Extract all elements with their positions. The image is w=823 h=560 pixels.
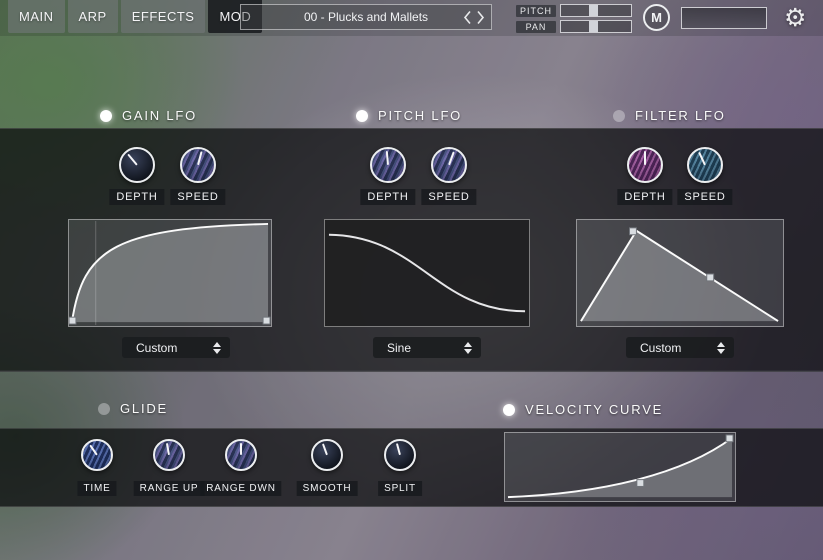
knob-pointer: [386, 151, 389, 165]
gain-lfo-speed-knob[interactable]: [180, 147, 216, 183]
knob-pointer: [396, 443, 401, 455]
pitch-label: PITCH: [516, 5, 556, 17]
gain-lfo-depth-knob[interactable]: [119, 147, 155, 183]
glide-smooth-knob[interactable]: [311, 439, 343, 471]
gain-lfo-curve-display[interactable]: [68, 219, 272, 327]
velocity-curve-header: VELOCITY CURVE: [503, 402, 663, 417]
dropdown-arrows-icon: [213, 342, 221, 354]
pitch-lfo-header: PITCH LFO: [356, 108, 462, 123]
dropdown-arrows-icon: [717, 342, 725, 354]
glide-range-up-knob[interactable]: [153, 439, 185, 471]
gain-lfo-title: GAIN LFO: [122, 108, 197, 123]
tab-bar: MAIN ARP EFFECTS MOD: [8, 0, 262, 33]
pitch-lfo-speed-label: SPEED: [421, 189, 476, 205]
gain-lfo-enable-led[interactable]: [100, 110, 112, 122]
filter-lfo-speed-label: SPEED: [677, 189, 732, 205]
pitch-lfo-shape-select[interactable]: Sine: [373, 337, 481, 358]
preset-name: 00 - Plucks and Mallets: [304, 10, 428, 24]
curve-handle[interactable]: [263, 317, 270, 324]
pitch-lfo-title: PITCH LFO: [378, 108, 462, 123]
filter-lfo-shape-value: Custom: [640, 341, 681, 355]
gain-lfo-speed-label: SPEED: [170, 189, 225, 205]
knob-pointer: [240, 443, 242, 455]
filter-lfo-title: FILTER LFO: [635, 108, 726, 123]
curve-handle[interactable]: [707, 274, 714, 281]
knob-pointer: [698, 152, 706, 166]
glide-time-label: TIME: [77, 481, 116, 496]
pitch-lfo-depth-label: DEPTH: [360, 189, 415, 205]
pitch-lfo-curve-display[interactable]: [324, 219, 530, 327]
knob-pointer: [644, 151, 646, 165]
topbar: MAIN ARP EFFECTS MOD 00 - Plucks and Mal…: [0, 0, 823, 36]
pan-label: PAN: [516, 21, 556, 33]
gain-curve-fill: [72, 224, 268, 322]
knob-pointer: [127, 154, 138, 166]
velocity-curve-fill: [508, 438, 732, 497]
knob-pointer: [166, 443, 170, 455]
glide-range-down-label: RANGE DWN: [200, 481, 281, 496]
curve-handle[interactable]: [637, 480, 644, 487]
glide-range-up-label: RANGE UP: [134, 481, 205, 496]
sine-curve: [329, 235, 525, 312]
filter-lfo-depth-knob[interactable]: [627, 147, 663, 183]
knob-pointer: [448, 152, 455, 166]
knob-pointer: [197, 151, 203, 165]
chevron-left-icon[interactable]: [463, 10, 472, 25]
filter-lfo-speed-knob[interactable]: [687, 147, 723, 183]
glide-split-label: SPLIT: [378, 481, 422, 496]
chevron-right-icon[interactable]: [476, 10, 485, 25]
glide-title: GLIDE: [120, 401, 168, 416]
velocity-curve-display[interactable]: [504, 432, 736, 502]
glide-range-down-knob[interactable]: [225, 439, 257, 471]
curve-handle[interactable]: [69, 317, 76, 324]
filter-lfo-depth-label: DEPTH: [617, 189, 672, 205]
preset-nav: [463, 5, 485, 29]
velocity-curve-enable-led[interactable]: [503, 404, 515, 416]
tab-arp[interactable]: ARP: [68, 0, 118, 33]
tab-main[interactable]: MAIN: [8, 0, 65, 33]
velocity-curve-title: VELOCITY CURVE: [525, 402, 663, 417]
pitch-slider-thumb[interactable]: [589, 5, 598, 16]
glide-header: GLIDE: [98, 401, 168, 416]
glide-smooth-label: SMOOTH: [297, 481, 358, 496]
curve-handle[interactable]: [629, 228, 636, 235]
midi-mode-button[interactable]: M: [643, 4, 670, 31]
knob-pointer: [322, 443, 328, 455]
glide-split-knob[interactable]: [384, 439, 416, 471]
filter-lfo-enable-led[interactable]: [613, 110, 625, 122]
knob-pointer: [89, 445, 98, 456]
pitch-lfo-speed-knob[interactable]: [431, 147, 467, 183]
tab-effects[interactable]: EFFECTS: [121, 0, 206, 33]
preset-selector[interactable]: 00 - Plucks and Mallets: [240, 4, 492, 30]
gain-lfo-header: GAIN LFO: [100, 108, 197, 123]
filter-lfo-shape-select[interactable]: Custom: [626, 337, 734, 358]
pitch-lfo-shape-value: Sine: [387, 341, 411, 355]
pitch-lfo-enable-led[interactable]: [356, 110, 368, 122]
pan-slider-thumb[interactable]: [589, 21, 598, 32]
lower-band: [0, 370, 823, 428]
gain-lfo-shape-select[interactable]: Custom: [122, 337, 230, 358]
filter-lfo-curve-display[interactable]: [576, 219, 784, 327]
filter-curve-fill: [581, 231, 778, 321]
dropdown-arrows-icon: [464, 342, 472, 354]
pitch-slider[interactable]: [560, 4, 632, 17]
gain-lfo-depth-label: DEPTH: [109, 189, 164, 205]
pitch-lfo-depth-knob[interactable]: [370, 147, 406, 183]
filter-lfo-header: FILTER LFO: [613, 108, 726, 123]
settings-gear-icon[interactable]: ⚙: [784, 3, 806, 33]
pan-slider[interactable]: [560, 20, 632, 33]
output-meter: [681, 7, 767, 29]
curve-handle[interactable]: [726, 435, 733, 442]
glide-time-knob[interactable]: [81, 439, 113, 471]
plugin-window: MAIN ARP EFFECTS MOD 00 - Plucks and Mal…: [0, 0, 823, 560]
gain-lfo-shape-value: Custom: [136, 341, 177, 355]
glide-enable-led[interactable]: [98, 403, 110, 415]
